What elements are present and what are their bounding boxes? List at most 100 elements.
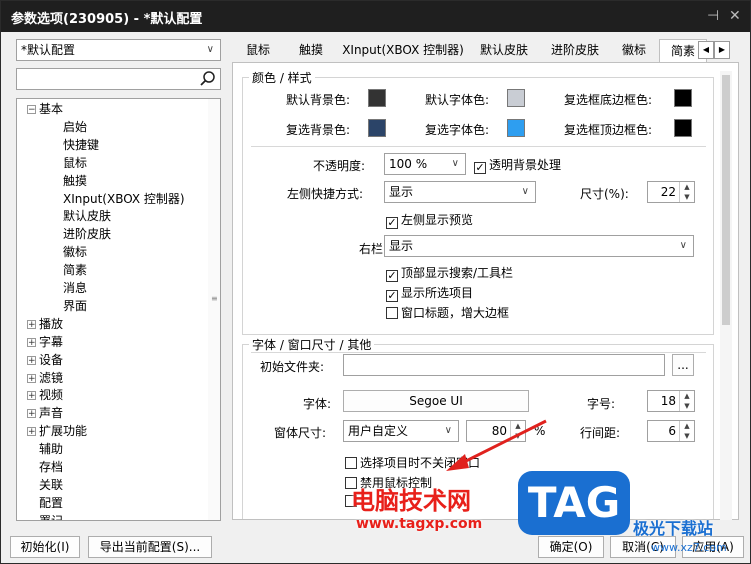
font-label: 字体: bbox=[303, 397, 332, 411]
collapse-icon[interactable]: − bbox=[27, 105, 36, 115]
tree-item-label: 字幕 bbox=[39, 334, 64, 349]
tab[interactable]: 鼠标 bbox=[233, 39, 283, 62]
tree-item[interactable]: 消息 bbox=[63, 279, 87, 297]
tree-item[interactable]: + 播放 bbox=[27, 315, 63, 333]
tree-item-label: 徽标 bbox=[63, 245, 88, 260]
window-size-mode: 用户自定义 bbox=[348, 424, 409, 438]
tab[interactable]: 默认皮肤 bbox=[470, 39, 538, 62]
font-button[interactable]: Segoe UI bbox=[343, 390, 529, 412]
tree-item[interactable]: + 字幕 bbox=[27, 333, 63, 351]
tree-item[interactable]: + 设备 bbox=[27, 351, 63, 369]
watermark-site-url: www.xz7.com bbox=[651, 541, 727, 554]
tree-item[interactable]: 配置 bbox=[27, 494, 63, 512]
panel-scrollbar[interactable] bbox=[720, 71, 732, 520]
tree-item[interactable]: 界面 bbox=[63, 297, 87, 315]
tab[interactable]: 触摸 bbox=[286, 39, 336, 62]
expand-icon[interactable]: + bbox=[27, 373, 36, 383]
line-spacing-stepper[interactable]: 6 ▲ ▼ bbox=[647, 420, 695, 442]
expand-icon[interactable]: + bbox=[27, 355, 36, 365]
checkbox-top-border-label: 复选框顶边框色: bbox=[564, 123, 653, 137]
tree-item[interactable]: + 滤镜 bbox=[27, 369, 63, 387]
tab-scroll-right-icon[interactable]: ▶ bbox=[714, 41, 730, 59]
expand-icon[interactable]: + bbox=[27, 409, 36, 419]
chevron-down-icon: ∨ bbox=[679, 240, 687, 251]
right-bar-select[interactable]: 显示 ∨ bbox=[384, 235, 694, 257]
scrollbar-thumb[interactable] bbox=[722, 75, 730, 325]
transparent-bg-checkbox[interactable]: ✓ 透明背景处理 bbox=[474, 156, 561, 174]
chevron-down-icon: ∨ bbox=[206, 44, 214, 55]
stepper-arrows-icon[interactable]: ▲▼ bbox=[679, 421, 694, 441]
checkbox-top-border-swatch[interactable] bbox=[674, 119, 692, 137]
size-stepper[interactable]: 22 ▲ ▼ bbox=[647, 181, 695, 203]
show-selected-checkbox[interactable]: ✓ 显示所选项目 bbox=[386, 284, 473, 302]
font-group-title: 字体 / 窗口尺寸 / 其他 bbox=[249, 336, 375, 353]
search-input[interactable] bbox=[16, 68, 221, 90]
tree-item[interactable]: 简素 bbox=[63, 261, 87, 279]
font-size-stepper[interactable]: 18 ▲ ▼ bbox=[647, 390, 695, 412]
tree-item-label: 关联 bbox=[39, 477, 64, 492]
default-bg-swatch[interactable] bbox=[368, 89, 386, 107]
tree-item[interactable]: + 扩展功能 bbox=[27, 422, 87, 440]
left-preview-checkbox[interactable]: ✓ 左侧显示预览 bbox=[386, 211, 473, 229]
tree-scrollbar[interactable]: ≡ bbox=[208, 99, 220, 520]
tree-item[interactable]: − 基本 bbox=[27, 100, 63, 118]
tree-item[interactable]: XInput(XBOX 控制器) bbox=[63, 190, 185, 208]
expand-icon[interactable]: + bbox=[27, 319, 36, 329]
tree-item-label: 进阶皮肤 bbox=[63, 227, 112, 242]
tree-item-label: 视频 bbox=[39, 388, 64, 403]
default-font-swatch[interactable] bbox=[507, 89, 525, 107]
tree-item[interactable]: 存档 bbox=[27, 458, 63, 476]
search-icon[interactable] bbox=[200, 71, 216, 87]
stepper-arrows-icon[interactable]: ▲▼ bbox=[679, 182, 694, 202]
chevron-down-icon: ∨ bbox=[451, 158, 459, 169]
selected-bg-label: 复选背景色: bbox=[286, 123, 351, 137]
close-icon[interactable]: ✕ bbox=[729, 8, 741, 24]
expand-icon[interactable]: + bbox=[27, 337, 36, 347]
selected-font-swatch[interactable] bbox=[507, 119, 525, 137]
tree-item-label: 快捷键 bbox=[63, 137, 100, 152]
stepper-arrows-icon[interactable]: ▲▼ bbox=[679, 391, 694, 411]
profile-select-value: *默认配置 bbox=[21, 43, 76, 57]
size-label: 尺寸(%): bbox=[580, 187, 629, 201]
opacity-select[interactable]: 100 % ∨ bbox=[384, 153, 466, 175]
tree-item[interactable]: + 声音 bbox=[27, 404, 63, 422]
default-font-label: 默认字体色: bbox=[425, 93, 490, 107]
expand-icon[interactable]: + bbox=[27, 391, 36, 401]
watermark-url: www.tagxp.com bbox=[356, 516, 483, 532]
tab[interactable]: 徽标 bbox=[612, 39, 656, 62]
tree-item[interactable]: 徽标 bbox=[63, 243, 87, 261]
checkbox-bottom-border-swatch[interactable] bbox=[674, 89, 692, 107]
init-folder-label: 初始文件夹: bbox=[260, 360, 325, 374]
expand-icon[interactable]: + bbox=[27, 427, 36, 437]
tab[interactable]: XInput(XBOX 控制器) bbox=[339, 39, 467, 62]
tree-item[interactable]: 进阶皮肤 bbox=[63, 225, 111, 243]
export-button[interactable]: 导出当前配置(S)... bbox=[88, 536, 212, 558]
tab-scroll-left-icon[interactable]: ◀ bbox=[698, 41, 714, 59]
watermark-brand: 电脑技术网 bbox=[351, 487, 471, 515]
tree-item[interactable]: 辅助 bbox=[27, 440, 63, 458]
tab[interactable]: 进阶皮肤 bbox=[541, 39, 609, 62]
tree-item[interactable]: 触摸 bbox=[63, 172, 87, 190]
tree-item[interactable]: 快捷键 bbox=[63, 136, 99, 154]
top-search-checkbox[interactable]: ✓ 顶部显示搜索/工具栏 bbox=[386, 264, 513, 282]
reset-button[interactable]: 初始化(I) bbox=[10, 536, 80, 558]
profile-select[interactable]: *默认配置 ∨ bbox=[16, 39, 221, 61]
pin-icon[interactable]: ⊣ bbox=[707, 8, 719, 24]
red-arrow-overlay bbox=[446, 419, 547, 471]
tree-item-label: 简素 bbox=[63, 263, 88, 278]
tree-item[interactable]: 关联 bbox=[27, 476, 63, 494]
ok-button[interactable]: 确定(O) bbox=[538, 536, 604, 558]
init-folder-input[interactable] bbox=[343, 354, 665, 376]
selected-bg-swatch[interactable] bbox=[368, 119, 386, 137]
tree-item-label: 扩展功能 bbox=[39, 424, 88, 439]
tree-item[interactable]: 启始 bbox=[63, 118, 87, 136]
tree-item[interactable]: 署记 bbox=[27, 512, 63, 520]
tree-item[interactable]: 默认皮肤 bbox=[63, 207, 111, 225]
tree-item[interactable]: 鼠标 bbox=[63, 154, 87, 172]
browse-button[interactable]: ... bbox=[672, 354, 694, 376]
tree-item-label: 配置 bbox=[39, 495, 64, 510]
left-shortcut-select[interactable]: 显示 ∨ bbox=[384, 181, 536, 203]
right-bar-select-value: 显示 bbox=[389, 239, 414, 253]
window-title-checkbox[interactable]: 窗口标题，增大边框 bbox=[386, 304, 509, 321]
tree-item[interactable]: + 视频 bbox=[27, 386, 63, 404]
